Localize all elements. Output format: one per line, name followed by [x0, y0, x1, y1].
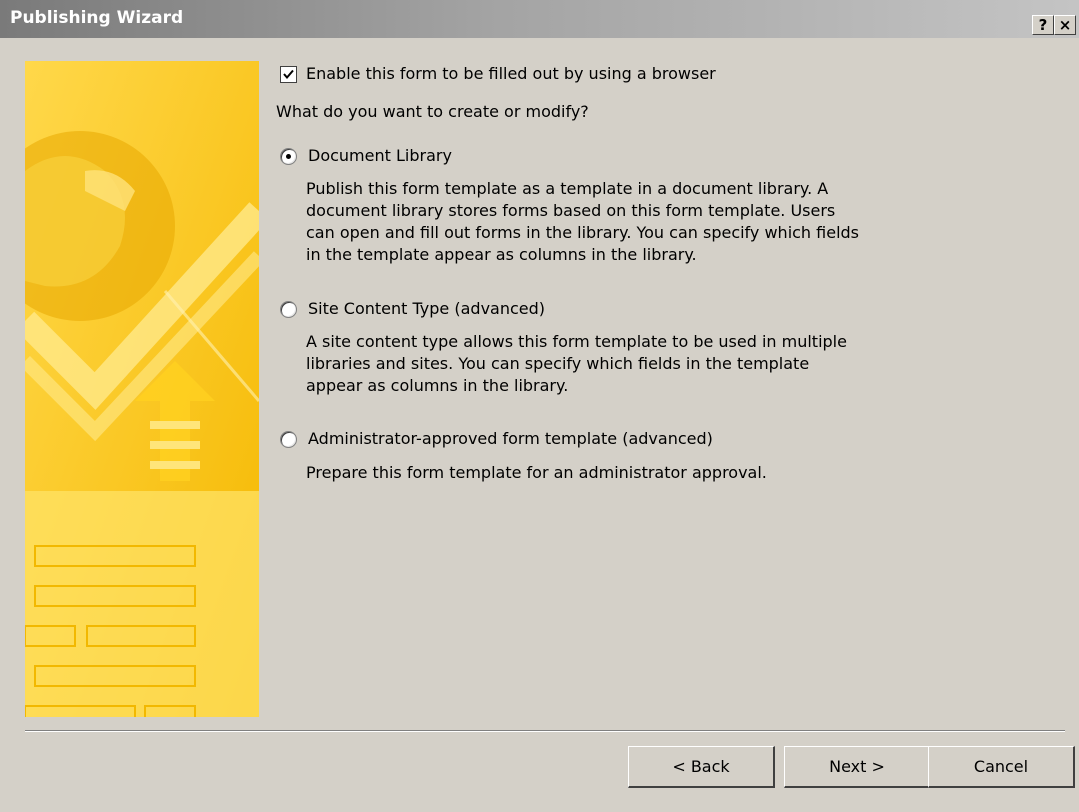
description-line: Prepare this form template for an admini… — [306, 463, 767, 482]
description-line: A site content type allows this form tem… — [306, 332, 847, 351]
close-icon: × — [1058, 15, 1072, 34]
description-line: document library stores forms based on t… — [306, 201, 836, 220]
document-library-radio[interactable] — [280, 148, 297, 165]
help-icon: ? — [1038, 15, 1048, 34]
description-line: can open and fill out forms in the libra… — [306, 223, 860, 242]
browser-checkbox-label: Enable this form to be filled out by usi… — [306, 64, 716, 83]
title-bar[interactable]: Publishing Wizard ? × — [0, 0, 1079, 38]
description-line: libraries and sites. You can specify whi… — [306, 354, 810, 373]
site-content-type-label: Site Content Type (advanced) — [308, 299, 546, 318]
question-text: What do you want to create or modify? — [276, 102, 589, 121]
description-line: Publish this form template as a template… — [306, 179, 829, 198]
administrator-approved-description: Prepare this form template for an admini… — [306, 462, 767, 484]
cancel-button[interactable]: Cancel — [928, 746, 1075, 788]
back-button[interactable]: < Back — [628, 746, 775, 788]
close-button[interactable]: × — [1054, 15, 1076, 35]
browser-checkbox[interactable] — [280, 66, 297, 83]
document-library-description: Publish this form template as a template… — [306, 178, 859, 266]
description-line: in the template appear as columns in the… — [306, 245, 697, 264]
site-content-type-description: A site content type allows this form tem… — [306, 331, 847, 397]
administrator-approved-label: Administrator-approved form template (ad… — [308, 429, 713, 448]
wizard-banner-image — [25, 61, 259, 717]
checkmark-icon — [283, 69, 294, 80]
administrator-approved-radio[interactable] — [280, 431, 297, 448]
next-button[interactable]: Next > — [784, 746, 931, 788]
banner-art — [25, 61, 259, 717]
site-content-type-radio[interactable] — [280, 301, 297, 318]
radio-selected-dot — [286, 154, 291, 159]
document-library-label: Document Library — [308, 146, 452, 165]
description-line: appear as columns in the library. — [306, 376, 569, 395]
window-title: Publishing Wizard — [10, 8, 184, 28]
footer-separator — [25, 730, 1065, 732]
help-button[interactable]: ? — [1032, 15, 1054, 35]
